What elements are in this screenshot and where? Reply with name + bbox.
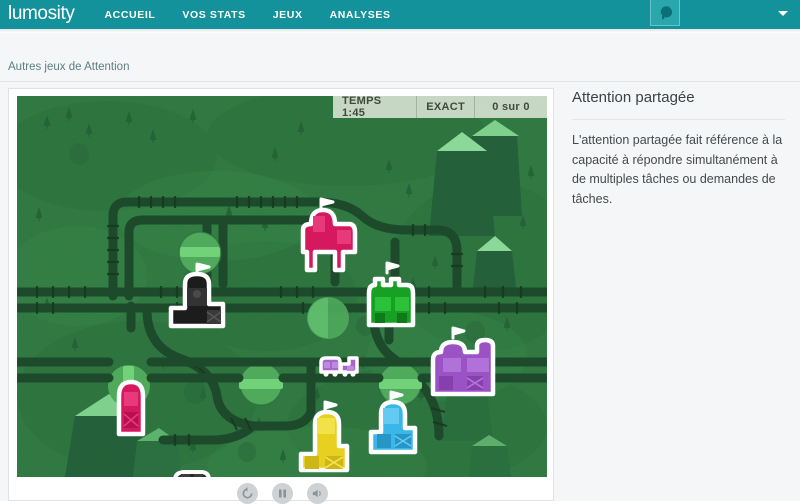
game-board[interactable]: TEMPS 1:45 EXACT 0 sur 0 — [17, 96, 547, 477]
breadcrumb-divider — [0, 81, 800, 82]
switch-node-upper-middle — [307, 297, 349, 339]
game-card: TEMPS 1:45 EXACT 0 sur 0 — [8, 88, 554, 504]
game-board-canvas — [17, 96, 547, 477]
nav-analyses[interactable]: ANALYSES — [330, 9, 391, 21]
header-shadow — [0, 29, 800, 33]
panel-title: Attention partagée — [572, 89, 695, 106]
nav-jeux[interactable]: JEUX — [273, 9, 303, 21]
avatar[interactable] — [650, 0, 680, 26]
game-info-panel: Attention partagée L'attention partagée … — [572, 88, 792, 209]
replay-icon — [241, 487, 254, 500]
nav-vos-stats[interactable]: VOS STATS — [182, 9, 245, 21]
chevron-down-icon[interactable] — [778, 11, 788, 16]
station-crimson-small — [116, 379, 146, 437]
switch-node-center-main — [239, 362, 283, 406]
brand-logo[interactable]: lumosity — [8, 4, 75, 26]
panel-divider — [572, 119, 785, 120]
switch-node-right-main — [378, 362, 422, 406]
hud-score: 0 sur 0 — [492, 101, 530, 113]
breadcrumb[interactable]: Autres jeux de Attention — [8, 61, 129, 73]
nav-accueil[interactable]: ACCUEIL — [104, 9, 155, 21]
site-header: lumosity ACCUEIL VOS STATS JEUX ANALYSES — [0, 0, 800, 29]
hud-mode: EXACT — [417, 96, 475, 118]
sound-icon — [311, 487, 324, 500]
pause-icon — [277, 488, 288, 499]
game-hud: TEMPS 1:45 EXACT 0 sur 0 — [333, 96, 547, 119]
main-navigation: ACCUEIL VOS STATS JEUX ANALYSES — [104, 9, 390, 21]
user-head-icon — [655, 3, 675, 23]
panel-description: L'attention partagée fait référence à la… — [572, 133, 783, 206]
hud-time: TEMPS 1:45 — [333, 96, 418, 119]
